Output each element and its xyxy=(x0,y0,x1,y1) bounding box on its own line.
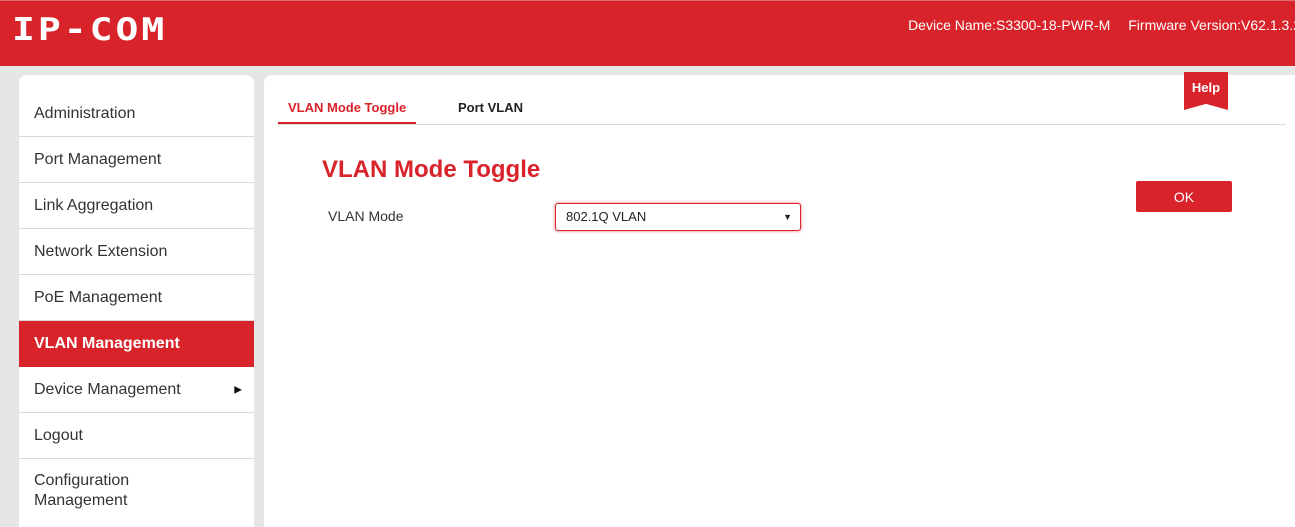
help-label: Help xyxy=(1191,80,1221,95)
sidebar-item-label: VLAN Management xyxy=(34,334,180,352)
device-name-text: Device Name:S3300-18-PWR-M xyxy=(908,17,1111,33)
sidebar-item-label: Logout xyxy=(34,426,83,444)
firmware-version-text: Firmware Version:V62.1.3.2 xyxy=(1128,17,1295,33)
sidebar-item-label: Port Management xyxy=(34,150,162,168)
sidebar-item-port-management[interactable]: Port Management xyxy=(19,137,254,183)
ok-button[interactable]: OK xyxy=(1136,181,1232,212)
sidebar-item-network-extension[interactable]: Network Extension xyxy=(19,229,254,275)
ip-com-logo: IP-COM xyxy=(12,11,168,48)
sidebar-item-label: Network Extension xyxy=(34,242,168,260)
device-info: Device Name:S3300-18-PWR-M Firmware Vers… xyxy=(894,17,1295,33)
sidebar-item-link-aggregation[interactable]: Link Aggregation xyxy=(19,183,254,229)
sidebar-item-vlan-management[interactable]: VLAN Management xyxy=(19,321,254,367)
tab-bar: VLAN Mode Toggle Port VLAN xyxy=(278,100,1286,125)
sidebar-item-label: Configuration Management xyxy=(34,472,130,509)
sidebar-item-label: Link Aggregation xyxy=(34,196,154,214)
sidebar: Administration Port Management Link Aggr… xyxy=(19,75,254,527)
tab-port-vlan[interactable]: Port VLAN xyxy=(458,100,523,122)
page-title: VLAN Mode Toggle xyxy=(322,156,541,183)
sidebar-item-logout[interactable]: Logout xyxy=(19,413,254,459)
tab-vlan-mode-toggle[interactable]: VLAN Mode Toggle xyxy=(278,100,417,124)
sidebar-item-label: Administration xyxy=(34,104,136,122)
top-header: IP-COM Device Name:S3300-18-PWR-M Firmwa… xyxy=(0,0,1295,66)
chevron-down-icon: ▼ xyxy=(783,212,792,222)
vlan-mode-selected-value: 802.1Q VLAN xyxy=(566,209,647,224)
sidebar-item-label: PoE Management xyxy=(34,288,163,306)
sidebar-item-administration[interactable]: Administration xyxy=(19,91,254,137)
vlan-mode-label: VLAN Mode xyxy=(328,208,404,224)
sidebar-item-device-management[interactable]: Device Management ▶ xyxy=(19,367,254,413)
main-panel: VLAN Mode Toggle Port VLAN Help VLAN Mod… xyxy=(264,72,1295,527)
sidebar-item-configuration-management[interactable]: Configuration Management xyxy=(19,459,254,523)
sidebar-menu: Administration Port Management Link Aggr… xyxy=(19,91,254,523)
sidebar-item-poe-management[interactable]: PoE Management xyxy=(19,275,254,321)
submenu-arrow-icon: ▶ xyxy=(234,384,242,395)
sidebar-item-label: Device Management xyxy=(34,380,181,398)
vlan-mode-select[interactable]: 802.1Q VLAN ▼ xyxy=(555,203,801,231)
